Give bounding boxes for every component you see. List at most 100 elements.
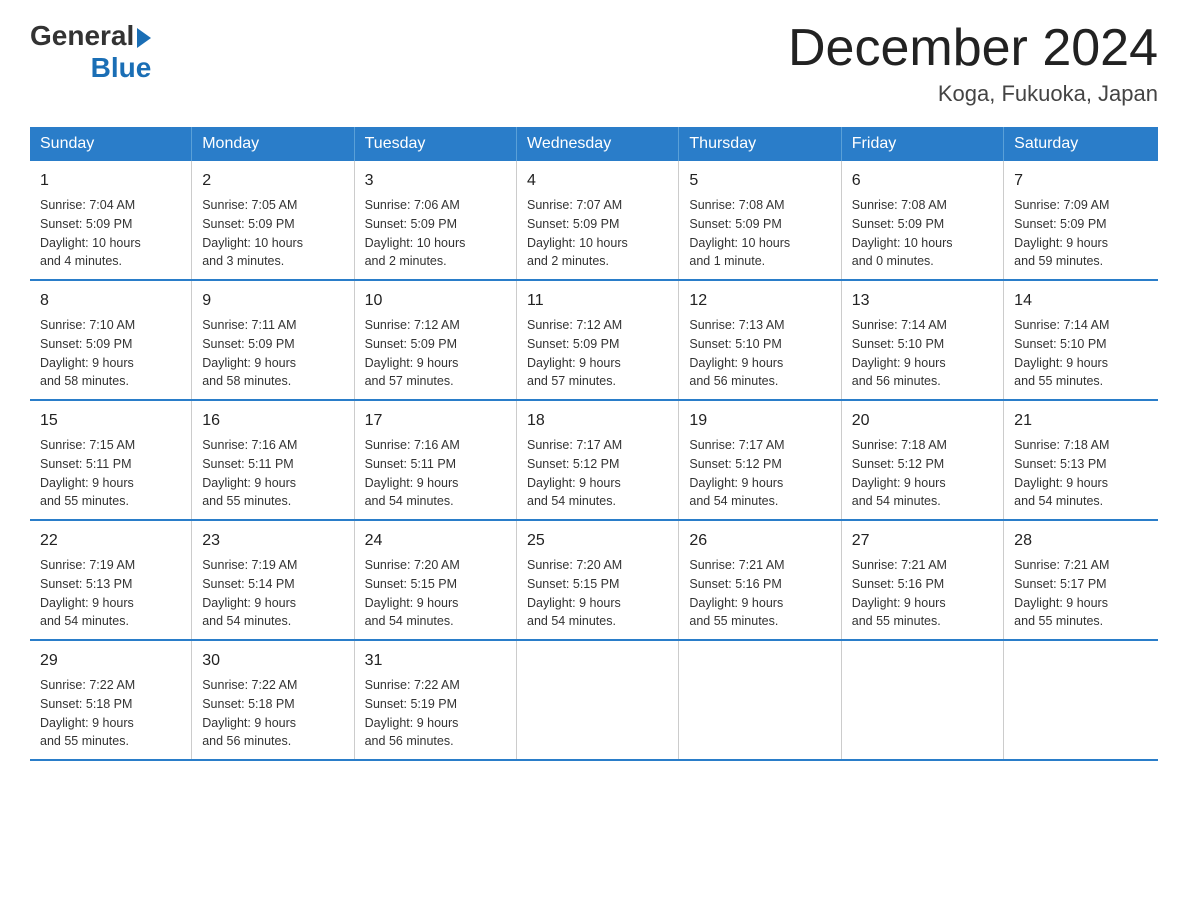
day-info: Sunrise: 7:17 AMSunset: 5:12 PMDaylight:…: [689, 436, 830, 511]
day-number: 9: [202, 289, 343, 313]
calendar-table: SundayMondayTuesdayWednesdayThursdayFrid…: [30, 127, 1158, 761]
day-info: Sunrise: 7:18 AMSunset: 5:13 PMDaylight:…: [1014, 436, 1148, 511]
day-number: 10: [365, 289, 506, 313]
day-number: 3: [365, 169, 506, 193]
calendar-cell: 24 Sunrise: 7:20 AMSunset: 5:15 PMDayligh…: [354, 520, 516, 640]
day-info: Sunrise: 7:08 AMSunset: 5:09 PMDaylight:…: [689, 196, 830, 271]
calendar-cell: 31Sunrise: 7:22 AMSunset: 5:19 PMDayligh…: [354, 640, 516, 760]
day-number: 23: [202, 529, 343, 553]
day-info: Sunrise: 7:18 AMSunset: 5:12 PMDaylight:…: [852, 436, 993, 511]
calendar-header-row: SundayMondayTuesdayWednesdayThursdayFrid…: [30, 127, 1158, 161]
day-number: 29: [40, 649, 181, 673]
day-info: Sunrise: 7:22 AMSunset: 5:18 PMDaylight:…: [202, 676, 343, 751]
day-number: 16: [202, 409, 343, 433]
day-number: 12: [689, 289, 830, 313]
day-info: Sunrise: 7:19 AMSunset: 5:13 PMDaylight:…: [40, 556, 181, 631]
header-saturday: Saturday: [1004, 127, 1158, 161]
day-info: Sunrise: 7:22 AMSunset: 5:18 PMDaylight:…: [40, 676, 181, 751]
calendar-cell: 29 Sunrise: 7:22 AMSunset: 5:18 PMDayligh…: [30, 640, 192, 760]
header-friday: Friday: [841, 127, 1003, 161]
calendar-cell: [517, 640, 679, 760]
day-number: 21: [1014, 409, 1148, 433]
day-number: 20: [852, 409, 993, 433]
header-tuesday: Tuesday: [354, 127, 516, 161]
page-header: General Blue December 2024 Koga, Fukuoka…: [30, 20, 1158, 107]
header-sunday: Sunday: [30, 127, 192, 161]
day-number: 27: [852, 529, 993, 553]
calendar-cell: 30 Sunrise: 7:22 AMSunset: 5:18 PMDayligh…: [192, 640, 354, 760]
week-row-4: 22 Sunrise: 7:19 AMSunset: 5:13 PMDayligh…: [30, 520, 1158, 640]
calendar-cell: 14 Sunrise: 7:14 AMSunset: 5:10 PMDayligh…: [1004, 280, 1158, 400]
day-number: 4: [527, 169, 668, 193]
day-number: 26: [689, 529, 830, 553]
day-info: Sunrise: 7:04 AMSunset: 5:09 PMDaylight:…: [40, 196, 181, 271]
week-row-1: 1 Sunrise: 7:04 AMSunset: 5:09 PMDaylight…: [30, 161, 1158, 280]
day-number: 22: [40, 529, 181, 553]
calendar-cell: [1004, 640, 1158, 760]
logo-general-text: General: [30, 20, 134, 52]
calendar-cell: 28Sunrise: 7:21 AMSunset: 5:17 PMDayligh…: [1004, 520, 1158, 640]
day-info: Sunrise: 7:20 AMSunset: 5:15 PMDaylight:…: [365, 556, 506, 631]
calendar-cell: 19 Sunrise: 7:17 AMSunset: 5:12 PMDayligh…: [679, 400, 841, 520]
day-number: 30: [202, 649, 343, 673]
day-number: 19: [689, 409, 830, 433]
day-info: Sunrise: 7:20 AMSunset: 5:15 PMDaylight:…: [527, 556, 668, 631]
logo: General Blue: [30, 20, 151, 84]
calendar-title: December 2024: [788, 20, 1158, 77]
day-number: 31: [365, 649, 506, 673]
calendar-cell: [841, 640, 1003, 760]
day-number: 14: [1014, 289, 1148, 313]
calendar-cell: 18 Sunrise: 7:17 AMSunset: 5:12 PMDayligh…: [517, 400, 679, 520]
calendar-cell: 2 Sunrise: 7:05 AMSunset: 5:09 PMDaylight…: [192, 161, 354, 280]
day-info: Sunrise: 7:12 AMSunset: 5:09 PMDaylight:…: [527, 316, 668, 391]
calendar-cell: 23 Sunrise: 7:19 AMSunset: 5:14 PMDayligh…: [192, 520, 354, 640]
day-number: 5: [689, 169, 830, 193]
day-info: Sunrise: 7:19 AMSunset: 5:14 PMDaylight:…: [202, 556, 343, 631]
day-info: Sunrise: 7:16 AMSunset: 5:11 PMDaylight:…: [365, 436, 506, 511]
week-row-2: 8Sunrise: 7:10 AMSunset: 5:09 PMDaylight…: [30, 280, 1158, 400]
calendar-cell: 27 Sunrise: 7:21 AMSunset: 5:16 PMDayligh…: [841, 520, 1003, 640]
day-number: 24: [365, 529, 506, 553]
day-info: Sunrise: 7:13 AMSunset: 5:10 PMDaylight:…: [689, 316, 830, 391]
day-info: Sunrise: 7:12 AMSunset: 5:09 PMDaylight:…: [365, 316, 506, 391]
header-monday: Monday: [192, 127, 354, 161]
day-info: Sunrise: 7:14 AMSunset: 5:10 PMDaylight:…: [852, 316, 993, 391]
calendar-cell: 20 Sunrise: 7:18 AMSunset: 5:12 PMDayligh…: [841, 400, 1003, 520]
calendar-subtitle: Koga, Fukuoka, Japan: [788, 81, 1158, 107]
calendar-cell: 26Sunrise: 7:21 AMSunset: 5:16 PMDayligh…: [679, 520, 841, 640]
day-number: 18: [527, 409, 668, 433]
day-number: 6: [852, 169, 993, 193]
calendar-cell: 21 Sunrise: 7:18 AMSunset: 5:13 PMDayligh…: [1004, 400, 1158, 520]
calendar-cell: [679, 640, 841, 760]
logo-arrow-icon: [137, 28, 151, 48]
calendar-cell: 4Sunrise: 7:07 AMSunset: 5:09 PMDaylight…: [517, 161, 679, 280]
day-info: Sunrise: 7:21 AMSunset: 5:16 PMDaylight:…: [852, 556, 993, 631]
calendar-cell: 5 Sunrise: 7:08 AMSunset: 5:09 PMDaylight…: [679, 161, 841, 280]
day-number: 13: [852, 289, 993, 313]
day-number: 8: [40, 289, 181, 313]
day-number: 25: [527, 529, 668, 553]
day-number: 17: [365, 409, 506, 433]
calendar-cell: 3Sunrise: 7:06 AMSunset: 5:09 PMDaylight…: [354, 161, 516, 280]
day-info: Sunrise: 7:16 AMSunset: 5:11 PMDaylight:…: [202, 436, 343, 511]
calendar-cell: 8Sunrise: 7:10 AMSunset: 5:09 PMDaylight…: [30, 280, 192, 400]
calendar-cell: 25 Sunrise: 7:20 AMSunset: 5:15 PMDayligh…: [517, 520, 679, 640]
day-info: Sunrise: 7:05 AMSunset: 5:09 PMDaylight:…: [202, 196, 343, 271]
calendar-title-block: December 2024 Koga, Fukuoka, Japan: [788, 20, 1158, 107]
day-number: 15: [40, 409, 181, 433]
week-row-3: 15Sunrise: 7:15 AMSunset: 5:11 PMDayligh…: [30, 400, 1158, 520]
calendar-cell: 17 Sunrise: 7:16 AMSunset: 5:11 PMDayligh…: [354, 400, 516, 520]
day-info: Sunrise: 7:08 AMSunset: 5:09 PMDaylight:…: [852, 196, 993, 271]
day-info: Sunrise: 7:17 AMSunset: 5:12 PMDaylight:…: [527, 436, 668, 511]
calendar-cell: 13 Sunrise: 7:14 AMSunset: 5:10 PMDayligh…: [841, 280, 1003, 400]
day-number: 7: [1014, 169, 1148, 193]
day-info: Sunrise: 7:21 AMSunset: 5:17 PMDaylight:…: [1014, 556, 1148, 631]
day-number: 2: [202, 169, 343, 193]
day-info: Sunrise: 7:11 AMSunset: 5:09 PMDaylight:…: [202, 316, 343, 391]
logo-blue-text: Blue: [91, 52, 152, 84]
day-info: Sunrise: 7:14 AMSunset: 5:10 PMDaylight:…: [1014, 316, 1148, 391]
day-number: 1: [40, 169, 181, 193]
calendar-cell: 16 Sunrise: 7:16 AMSunset: 5:11 PMDayligh…: [192, 400, 354, 520]
calendar-cell: 6 Sunrise: 7:08 AMSunset: 5:09 PMDaylight…: [841, 161, 1003, 280]
header-thursday: Thursday: [679, 127, 841, 161]
